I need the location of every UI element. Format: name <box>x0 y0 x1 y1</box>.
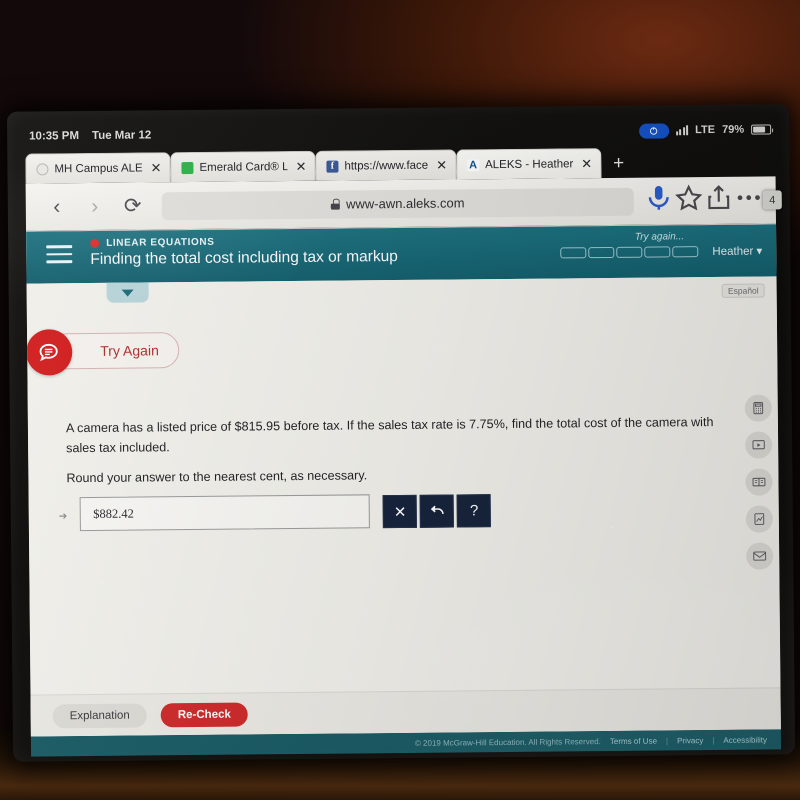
recheck-button[interactable]: Re-Check <box>160 701 248 727</box>
clear-button[interactable]: ✕ <box>382 494 418 529</box>
dictionary-icon[interactable] <box>745 468 773 496</box>
question-text: A camera has a listed price of $815.95 b… <box>65 415 714 455</box>
hamburger-menu-icon[interactable] <box>46 245 73 264</box>
calculator-icon[interactable] <box>744 394 772 422</box>
tab-count-badge[interactable]: 4 <box>762 190 782 210</box>
signal-strength-icon <box>675 125 689 136</box>
pointer-cursor-icon: ➔ <box>58 511 68 523</box>
undo-arrow-icon <box>430 505 444 515</box>
action-bar: Explanation Re-Check <box>30 687 781 737</box>
reload-button[interactable]: ⟳ <box>114 193 152 218</box>
aleks-favicon: A <box>467 158 480 171</box>
microphone-icon[interactable] <box>644 183 674 218</box>
chevron-down-icon: ▾ <box>756 245 763 258</box>
try-again-label: Try Again <box>100 342 159 359</box>
envelope-icon[interactable] <box>746 542 774 570</box>
mh-campus-favicon <box>36 162 49 175</box>
photograph-of-tablet: 10:35 PM Tue Mar 12 LTE 79% 4 MH Campus … <box>0 0 800 800</box>
user-name-label: Heather <box>712 245 754 259</box>
rotation-lock-icon <box>638 122 669 139</box>
battery-icon <box>751 124 772 135</box>
tablet-device: 10:35 PM Tue Mar 12 LTE 79% 4 MH Campus … <box>6 104 796 762</box>
status-bar-right: LTE 79% <box>638 122 772 139</box>
browser-tab-emerald-card[interactable]: Emerald Card® L ✕ <box>170 150 316 183</box>
rounding-instruction: Round your answer to the nearest cent, a… <box>66 468 368 486</box>
close-icon[interactable]: ✕ <box>434 158 447 173</box>
green-square-favicon <box>181 161 194 174</box>
exercise-content: Español Try Again A camera has a listed … <box>26 276 781 737</box>
graph-icon[interactable] <box>745 505 773 533</box>
explanation-button[interactable]: Explanation <box>52 702 147 728</box>
espanol-button[interactable]: Español <box>721 283 765 298</box>
tab-title: Emerald Card® L <box>199 160 288 174</box>
answer-input[interactable]: $882.42 <box>79 494 371 532</box>
answer-value: $882.42 <box>93 506 134 521</box>
back-button[interactable]: ‹ <box>38 195 76 219</box>
close-icon[interactable]: ✕ <box>579 156 592 171</box>
status-text: Try again... <box>634 231 685 243</box>
video-player-icon[interactable] <box>745 431 773 459</box>
red-dot-icon <box>90 238 100 248</box>
answer-row: ➔ $882.42 ✕ ? <box>58 493 492 532</box>
header-right-cluster: Try again... Heather ▾ <box>560 231 762 260</box>
forward-button[interactable]: › <box>76 194 114 218</box>
share-icon[interactable] <box>704 183 734 218</box>
lock-icon <box>331 199 340 210</box>
battery-percent-label: 79% <box>722 123 745 136</box>
separator: | <box>712 735 715 745</box>
chevron-down-icon <box>121 289 134 297</box>
progress-and-user: Heather ▾ <box>560 244 762 260</box>
tab-title: https://www.face <box>344 159 429 173</box>
new-tab-button[interactable]: + <box>613 153 624 175</box>
accessibility-link[interactable]: Accessibility <box>723 735 767 744</box>
terms-of-use-link[interactable]: Terms of Use <box>610 736 657 745</box>
browser-chrome: MH Campus ALE ✕ Emerald Card® L ✕ f http… <box>25 142 777 232</box>
separator: | <box>665 735 669 745</box>
status-bar-left: 10:35 PM Tue Mar 12 <box>29 129 151 142</box>
tab-title: ALEKS - Heather <box>485 157 574 171</box>
tab-title: MH Campus ALE <box>54 161 143 175</box>
undo-button[interactable] <box>419 494 455 528</box>
answer-tool-buttons: ✕ ? <box>382 493 492 529</box>
status-date: Tue Mar 12 <box>91 129 152 142</box>
progress-bar <box>560 245 699 258</box>
url-text: www-awn.aleks.com <box>345 195 465 212</box>
privacy-link[interactable]: Privacy <box>677 736 703 745</box>
close-icon[interactable]: ✕ <box>293 159 306 174</box>
network-type-label: LTE <box>695 123 716 137</box>
browser-tab-mh-campus[interactable]: MH Campus ALE ✕ <box>25 152 171 184</box>
copyright-text: © 2019 McGraw-Hill Education. All Rights… <box>414 736 601 748</box>
url-address-bar[interactable]: www-awn.aleks.com <box>161 187 634 220</box>
topic-label: LINEAR EQUATIONS <box>106 236 215 249</box>
aleks-header: LINEAR EQUATIONS Finding the total cost … <box>26 224 777 284</box>
facebook-favicon: f <box>326 160 339 173</box>
collapse-panel-toggle[interactable] <box>106 282 149 303</box>
browser-tab-facebook[interactable]: f https://www.face ✕ <box>315 149 457 181</box>
bookmark-star-icon[interactable] <box>674 183 704 218</box>
web-page-viewport: LINEAR EQUATIONS Finding the total cost … <box>26 224 781 737</box>
feedback-bubble-icon <box>26 329 73 376</box>
clear-icon: ✕ <box>393 503 407 521</box>
browser-toolbar: ‹ › ⟳ www-awn.aleks.com <box>25 176 777 232</box>
status-time: 10:35 PM <box>29 130 80 143</box>
user-menu[interactable]: Heather ▾ <box>712 244 762 258</box>
close-icon[interactable]: ✕ <box>148 160 161 175</box>
browser-tab-aleks[interactable]: A ALEKS - Heather ✕ <box>455 148 602 180</box>
help-button[interactable]: ? <box>456 494 492 528</box>
tool-rail <box>744 394 774 570</box>
more-menu-icon[interactable] <box>734 183 764 218</box>
question-mark-icon: ? <box>469 502 479 520</box>
try-again-badge: Try Again <box>26 329 180 376</box>
